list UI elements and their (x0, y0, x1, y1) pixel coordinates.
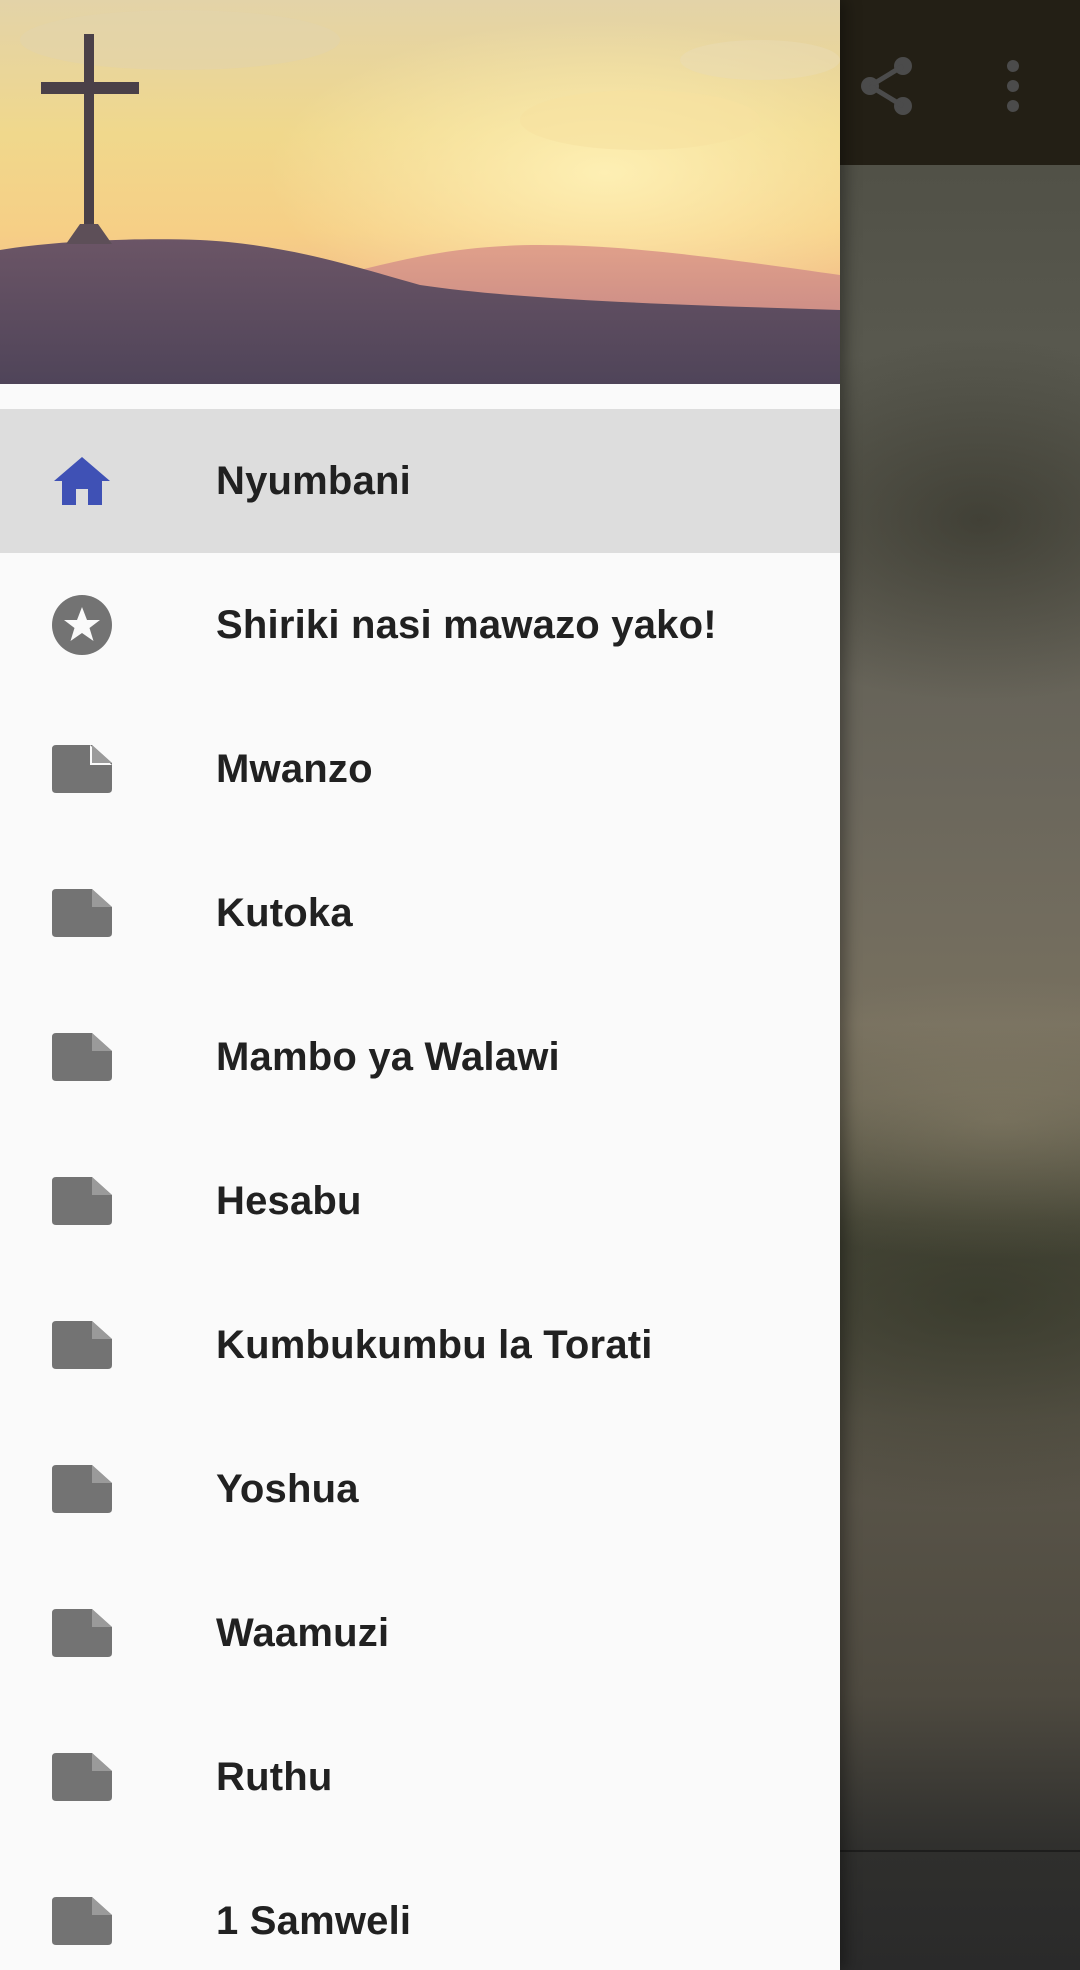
drawer-menu: Nyumbani Shiriki nasi mawazo yako! Mwanz… (0, 409, 840, 1970)
nav-item-ruthu[interactable]: Ruthu (0, 1705, 840, 1849)
nav-item-mambo-ya-walawi[interactable]: Mambo ya Walawi (0, 985, 840, 1129)
file-icon (52, 883, 112, 943)
nav-item-label: Mambo ya Walawi (216, 1034, 560, 1079)
more-options-button[interactable] (965, 40, 1061, 136)
share-icon (858, 54, 918, 123)
drawer-header-image (0, 0, 840, 384)
star-circle-icon (52, 595, 112, 655)
nav-item-label: Kutoka (216, 890, 353, 935)
nav-item-label: Ruthu (216, 1754, 333, 1799)
navigation-drawer: Nyumbani Shiriki nasi mawazo yako! Mwanz… (0, 0, 840, 1970)
file-icon (52, 1747, 112, 1807)
file-icon (52, 739, 112, 799)
file-icon (52, 1603, 112, 1663)
nav-item-hesabu[interactable]: Hesabu (0, 1129, 840, 1273)
nav-item-waamuzi[interactable]: Waamuzi (0, 1561, 840, 1705)
file-icon (52, 1315, 112, 1375)
nav-item-label: Yoshua (216, 1466, 359, 1511)
divider (840, 1850, 1080, 1852)
nav-item-feedback[interactable]: Shiriki nasi mawazo yako! (0, 553, 840, 697)
nav-item-label: 1 Samweli (216, 1898, 412, 1943)
nav-item-label: Shiriki nasi mawazo yako! (216, 602, 717, 647)
file-icon (52, 1459, 112, 1519)
nav-item-yoshua[interactable]: Yoshua (0, 1417, 840, 1561)
nav-item-1-samweli[interactable]: 1 Samweli (0, 1849, 840, 1970)
file-icon (52, 1027, 112, 1087)
nav-item-label: Hesabu (216, 1178, 362, 1223)
share-button[interactable] (840, 40, 936, 136)
nav-item-label: Waamuzi (216, 1610, 390, 1655)
nav-item-label: Mwanzo (216, 746, 373, 791)
nav-item-label: Kumbukumbu la Torati (216, 1322, 653, 1367)
home-icon (52, 451, 112, 511)
nav-item-nyumbani[interactable]: Nyumbani (0, 409, 840, 553)
nav-item-kumbukumbu-la-torati[interactable]: Kumbukumbu la Torati (0, 1273, 840, 1417)
screen: Nyumbani Shiriki nasi mawazo yako! Mwanz… (0, 0, 1080, 1970)
file-icon (52, 1891, 112, 1951)
more-vert-icon (1003, 58, 1023, 119)
nav-item-mwanzo[interactable]: Mwanzo (0, 697, 840, 841)
nav-item-kutoka[interactable]: Kutoka (0, 841, 840, 985)
file-icon (52, 1171, 112, 1231)
nav-item-label: Nyumbani (216, 458, 411, 503)
